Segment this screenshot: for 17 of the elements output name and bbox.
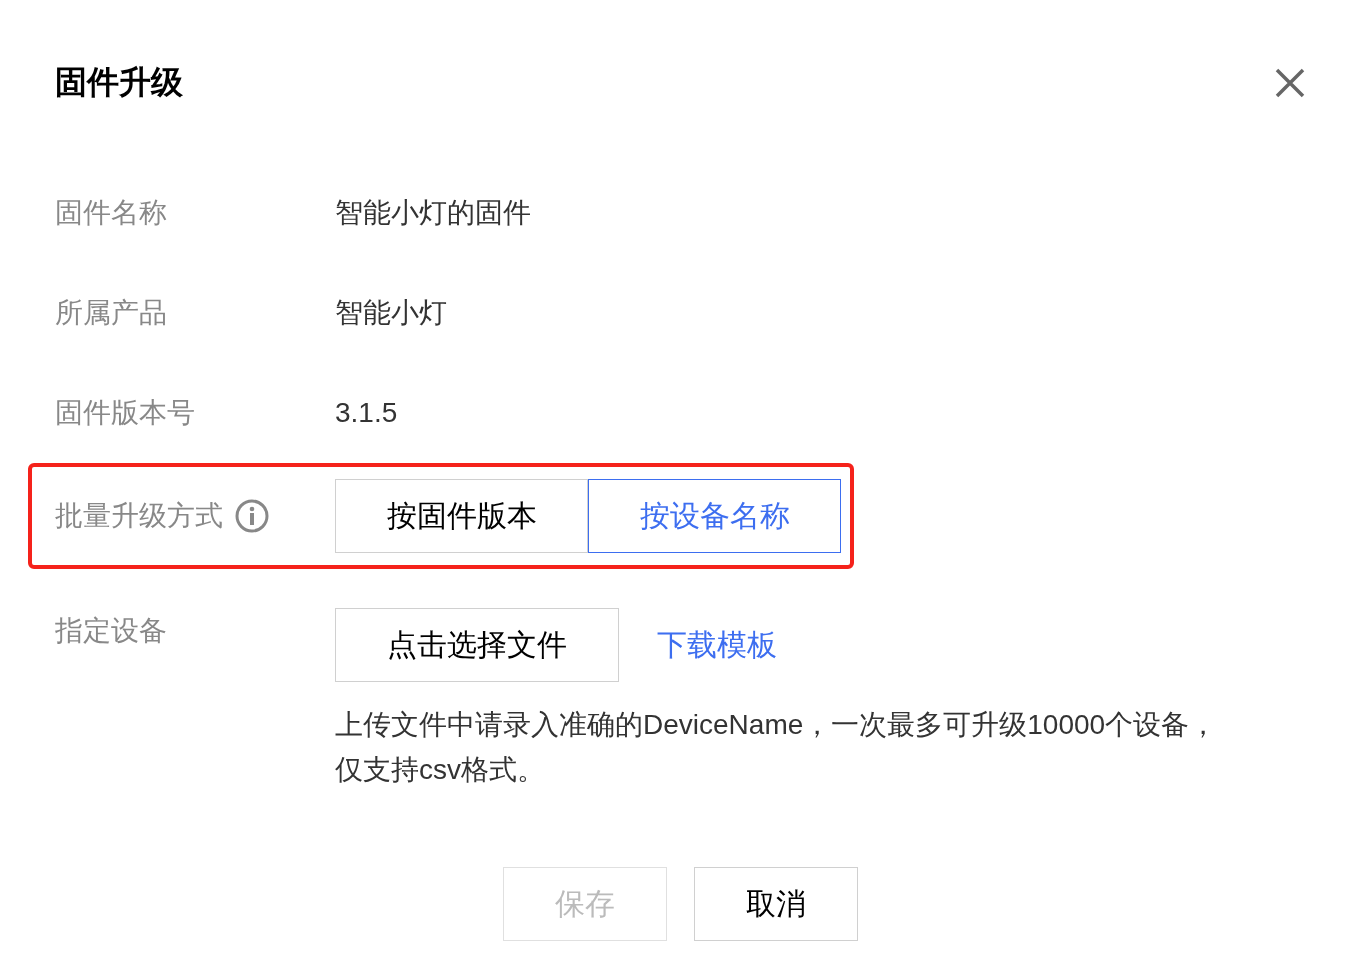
field-label: 固件版本号 bbox=[55, 396, 196, 430]
mode-option[interactable]: 按固件版本 bbox=[335, 479, 588, 553]
mode-option[interactable]: 按设备名称 bbox=[588, 479, 841, 553]
info-icon[interactable] bbox=[235, 499, 269, 533]
field-value: 智能小灯 bbox=[335, 296, 447, 330]
dialog-title: 固件升级 bbox=[55, 63, 183, 102]
cancel-button[interactable]: 取消 bbox=[693, 867, 858, 941]
field-value: 智能小灯的固件 bbox=[335, 196, 531, 230]
download-template-link[interactable]: 下载模板 bbox=[657, 624, 777, 666]
choose-file-button[interactable]: 点击选择文件 bbox=[335, 608, 619, 682]
field-label: 指定设备 bbox=[55, 614, 168, 648]
close-icon[interactable] bbox=[1274, 67, 1306, 99]
field-label: 批量升级方式 bbox=[55, 499, 223, 533]
field-label: 所属产品 bbox=[55, 296, 168, 330]
upload-hint: 上传文件中请录入准确的DeviceName，一次最多可升级10000个设备，仅支持csv格式。 bbox=[335, 708, 1219, 787]
field-label: 固件名称 bbox=[55, 196, 168, 230]
field-value: 3.1.5 bbox=[335, 397, 398, 429]
